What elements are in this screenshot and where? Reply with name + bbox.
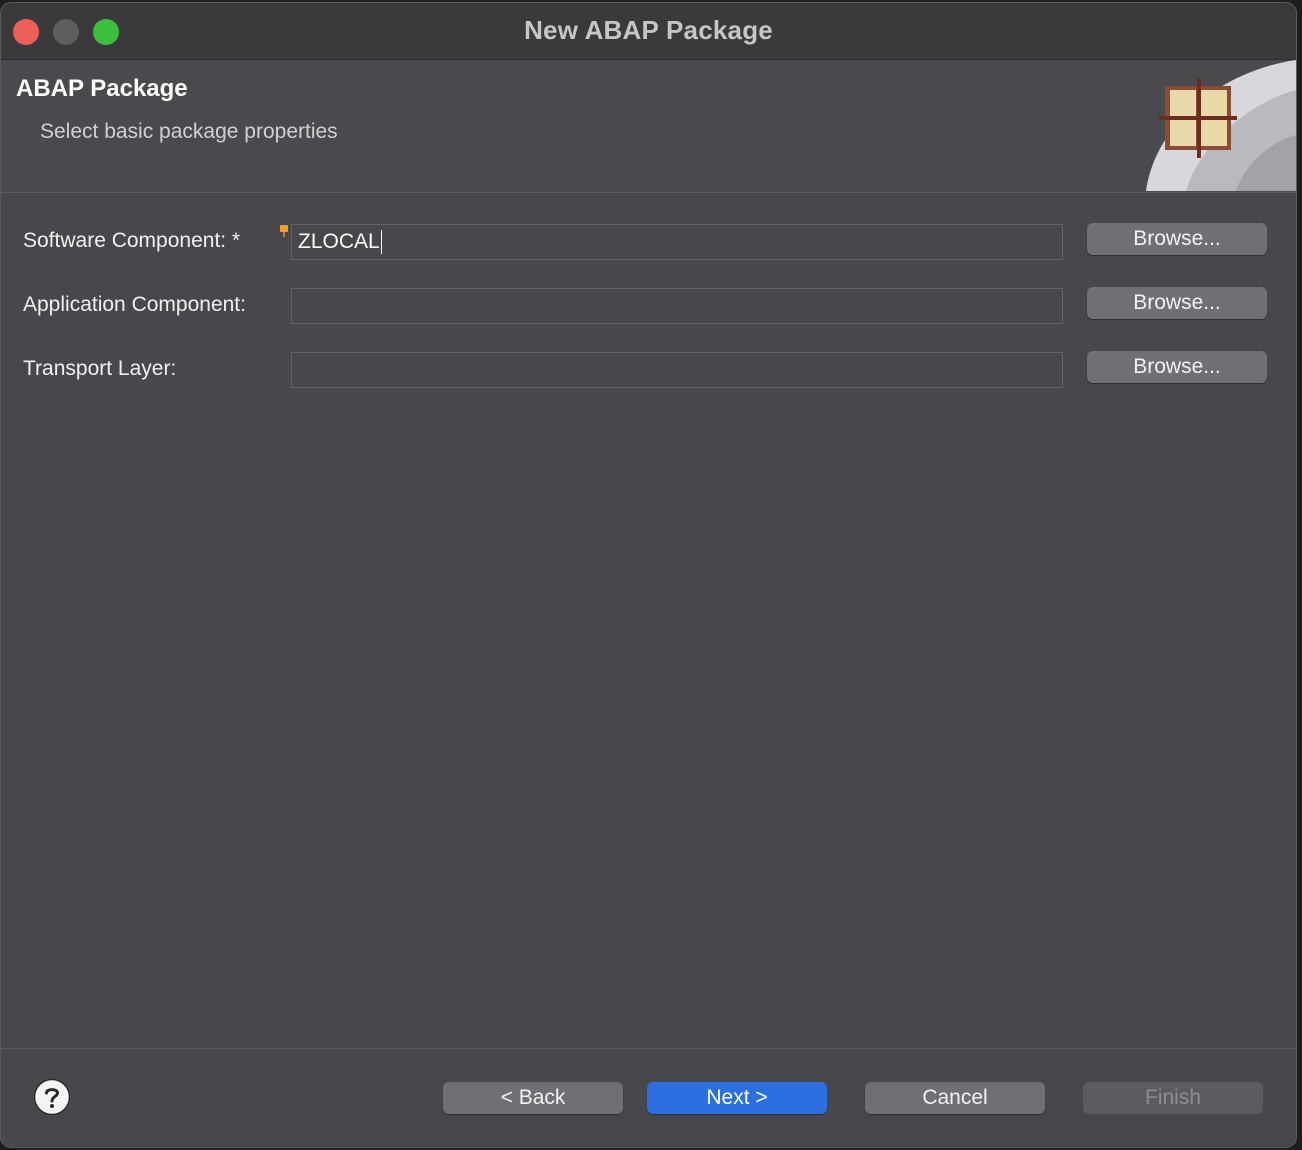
required-field-marker-icon — [280, 225, 288, 237]
software-component-browse-button[interactable]: Browse... — [1087, 223, 1267, 255]
application-component-browse-button[interactable]: Browse... — [1087, 287, 1267, 319]
banner-subtitle: Select basic package properties — [40, 120, 338, 143]
help-icon[interactable] — [33, 1078, 71, 1116]
title-bar: New ABAP Package — [1, 3, 1296, 60]
cancel-button[interactable]: Cancel — [865, 1082, 1045, 1114]
application-component-label: Application Component: — [23, 293, 246, 316]
text-caret — [380, 230, 382, 255]
transport-layer-input[interactable] — [291, 352, 1063, 388]
transport-layer-browse-button[interactable]: Browse... — [1087, 351, 1267, 383]
application-component-input[interactable] — [291, 288, 1063, 324]
next-button[interactable]: Next > — [647, 1082, 827, 1114]
window-title: New ABAP Package — [524, 15, 773, 45]
transport-layer-label: Transport Layer: — [23, 357, 177, 380]
software-component-value: ZLOCAL — [298, 230, 380, 253]
software-component-label: Software Component: * — [23, 229, 241, 252]
footer-divider — [1, 1048, 1296, 1049]
finish-button[interactable]: Finish — [1083, 1082, 1263, 1114]
wizard-banner: ABAP Package Select basic package proper… — [1, 60, 1296, 193]
back-button[interactable]: < Back — [443, 1082, 623, 1114]
dialog-window: New ABAP Package ABAP Package Select bas… — [0, 2, 1297, 1148]
software-component-input[interactable]: ZLOCAL — [291, 224, 1063, 260]
abap-package-icon — [1146, 60, 1296, 191]
banner-title: ABAP Package — [16, 75, 188, 102]
